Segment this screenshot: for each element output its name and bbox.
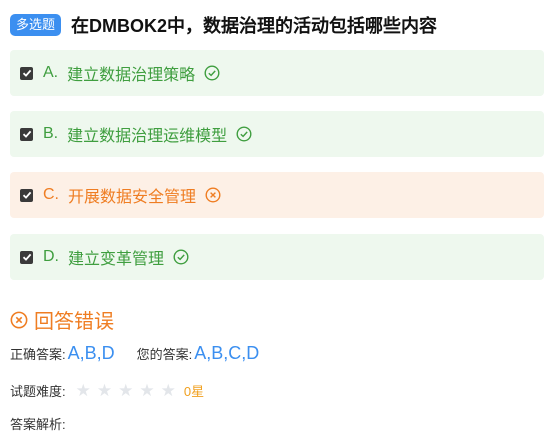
difficulty-stars-text: 0星 — [183, 384, 205, 399]
star-icon: ★ — [96, 381, 113, 400]
analysis-label: 答案解析: — [10, 417, 66, 432]
checkbox-checked-icon[interactable] — [20, 127, 33, 141]
checkbox-checked-icon[interactable] — [20, 66, 33, 80]
correct-answer-label: 正确答案: — [10, 347, 66, 362]
star-icon: ★ — [139, 381, 155, 400]
your-answer-label: 您的答案: — [136, 347, 193, 362]
circle-check-icon — [236, 126, 252, 142]
checkbox-checked-icon[interactable] — [20, 250, 33, 264]
difficulty-stars: ★ ★ ★ ★ ★ — [76, 382, 182, 399]
question-type-badge: 多选题 — [10, 14, 62, 36]
checkbox-checked-icon[interactable] — [20, 188, 33, 202]
question-header: 多选题 在DMBOK2中，数据治理的活动包括哪些内容 — [10, 10, 538, 40]
option-text: 建立变革管理 — [68, 251, 165, 268]
option-letter: B. — [43, 125, 59, 142]
difficulty-row: 试题难度: ★ ★ ★ ★ ★ 0星 — [10, 381, 204, 400]
option-letter: D. — [43, 248, 59, 265]
question-title: 在DMBOK2中，数据治理的活动包括哪些内容 — [71, 16, 438, 36]
option-text: 建立数据治理运维模型 — [67, 128, 228, 145]
option-c[interactable]: C. 开展数据安全管理 — [10, 172, 544, 218]
circle-x-icon — [10, 311, 28, 329]
star-icon: ★ — [160, 381, 176, 400]
option-letter: A. — [43, 64, 59, 81]
circle-check-icon — [204, 65, 220, 81]
result-text: 回答错误 — [34, 311, 114, 333]
your-answer-value: A,B,C,D — [194, 343, 260, 363]
option-b[interactable]: B. 建立数据治理运维模型 — [10, 111, 544, 157]
circle-check-icon — [173, 249, 189, 265]
star-icon: ★ — [118, 381, 134, 400]
star-icon: ★ — [75, 381, 91, 400]
answer-summary: 正确答案: A,B,D 您的答案: A,B,C,D — [10, 343, 259, 364]
option-d[interactable]: D. 建立变革管理 — [10, 234, 544, 280]
correct-answer-value: A,B,D — [67, 343, 115, 363]
circle-x-icon — [205, 187, 221, 203]
answer-result: 回答错误 — [10, 305, 114, 334]
option-letter: C. — [43, 186, 59, 203]
option-a[interactable]: A. 建立数据治理策略 — [10, 50, 544, 96]
difficulty-label: 试题难度: — [10, 384, 66, 399]
option-text: 开展数据安全管理 — [68, 189, 197, 206]
option-text: 建立数据治理策略 — [67, 67, 196, 84]
